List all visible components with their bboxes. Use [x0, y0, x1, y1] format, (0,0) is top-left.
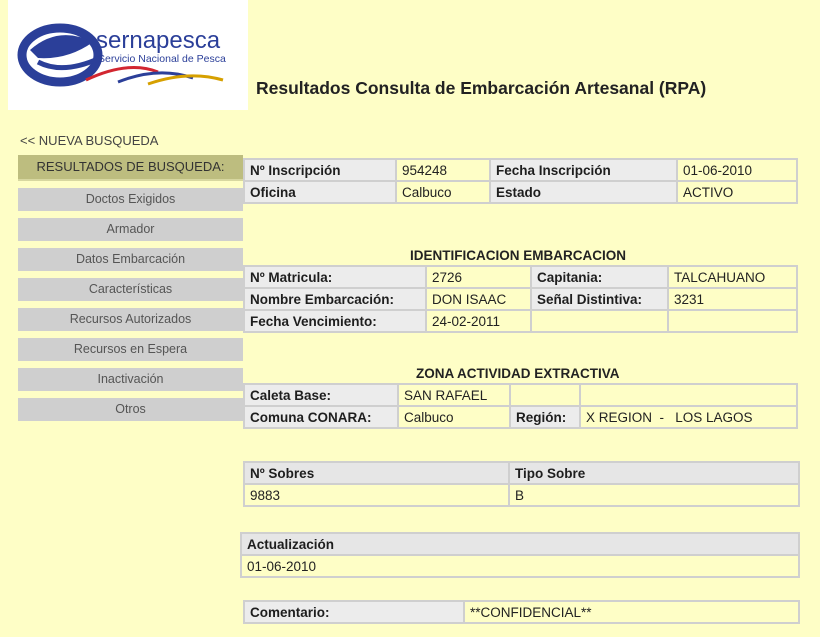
sobres-table: Nº Sobres Tipo Sobre 9883 B — [243, 461, 800, 507]
menu-item-recursos-en-espera[interactable]: Recursos en Espera — [18, 338, 243, 361]
results-menu: RESULTADOS DE BUSQUEDA: Doctos Exigidos … — [18, 155, 243, 421]
tipo-sobre-value: B — [510, 485, 798, 505]
menu-item-caracteristicas[interactable]: Características — [18, 278, 243, 301]
comentario-table: Comentario: **CONFIDENCIAL** — [243, 600, 800, 624]
comentario-label: Comentario: — [245, 602, 463, 622]
comuna-label: Comuna CONARA: — [245, 407, 397, 427]
inscripcion-value: 954248 — [397, 160, 489, 180]
menu-item-doctos-exigidos[interactable]: Doctos Exigidos — [18, 188, 243, 211]
sobres-column-header: Nº Sobres — [245, 463, 508, 483]
capitania-label: Capitania: — [532, 267, 667, 287]
fecha-vencimiento-value: 24-02-2011 — [427, 311, 530, 331]
table-row: 9883 B — [245, 485, 798, 505]
table-row: Comuna CONARA: Calbuco Región: X REGION … — [245, 407, 796, 427]
caleta-base-value: SAN RAFAEL — [399, 385, 509, 405]
fecha-inscripcion-value: 01-06-2010 — [678, 160, 796, 180]
identificacion-table: Nº Matricula: 2726 Capitania: TALCAHUANO… — [243, 265, 798, 333]
nombre-embarcacion-label: Nombre Embarcación: — [245, 289, 425, 309]
zona-table: Caleta Base: SAN RAFAEL Comuna CONARA: C… — [243, 383, 798, 429]
table-row: Nº Matricula: 2726 Capitania: TALCAHUANO — [245, 267, 796, 287]
senal-distintiva-label: Señal Distintiva: — [532, 289, 667, 309]
matricula-label: Nº Matricula: — [245, 267, 425, 287]
estado-value: ACTIVO — [678, 182, 796, 202]
empty-cell — [669, 311, 796, 331]
region-label: Región: — [511, 407, 579, 427]
table-row: Actualización — [242, 534, 798, 554]
table-row: Nombre Embarcación: DON ISAAC Señal Dist… — [245, 289, 796, 309]
empty-cell — [511, 385, 579, 405]
table-row: Comentario: **CONFIDENCIAL** — [245, 602, 798, 622]
table-row: Nº Sobres Tipo Sobre — [245, 463, 798, 483]
region-value: X REGION - LOS LAGOS — [581, 407, 796, 427]
sobres-value: 9883 — [245, 485, 508, 505]
zona-title: ZONA ACTIVIDAD EXTRACTIVA — [416, 366, 620, 381]
comuna-value: Calbuco — [399, 407, 509, 427]
oficina-label: Oficina — [245, 182, 395, 202]
table-row: Caleta Base: SAN RAFAEL — [245, 385, 796, 405]
tipo-sobre-column-header: Tipo Sobre — [510, 463, 798, 483]
table-row: Fecha Vencimiento: 24-02-2011 — [245, 311, 796, 331]
fecha-inscripcion-label: Fecha Inscripción — [491, 160, 676, 180]
menu-item-inactivacion[interactable]: Inactivación — [18, 368, 243, 391]
page-title: Resultados Consulta de Embarcación Artes… — [256, 78, 707, 98]
menu-header: RESULTADOS DE BUSQUEDA: — [18, 155, 243, 181]
empty-cell — [532, 311, 667, 331]
logo-brand-text: sernapesca — [96, 27, 221, 54]
menu-item-recursos-autorizados[interactable]: Recursos Autorizados — [18, 308, 243, 331]
senal-distintiva-value: 3231 — [669, 289, 796, 309]
logo-subtitle-text: Servicio Nacional de Pesca — [98, 53, 226, 65]
empty-cell — [581, 385, 796, 405]
fecha-vencimiento-label: Fecha Vencimiento: — [245, 311, 425, 331]
nombre-embarcacion-value: DON ISAAC — [427, 289, 530, 309]
fish-logo-icon: sernapesca Servicio Nacional de Pesca — [17, 23, 226, 87]
actualizacion-label: Actualización — [242, 534, 798, 554]
actualizacion-table: Actualización 01-06-2010 — [240, 532, 800, 578]
table-row: 01-06-2010 — [242, 556, 798, 576]
menu-item-armador[interactable]: Armador — [18, 218, 243, 241]
matricula-value: 2726 — [427, 267, 530, 287]
oficina-value: Calbuco — [397, 182, 489, 202]
sernapesca-logo: sernapesca Servicio Nacional de Pesca — [8, 0, 248, 110]
comentario-value: **CONFIDENCIAL** — [465, 602, 798, 622]
menu-item-datos-embarcacion[interactable]: Datos Embarcación — [18, 248, 243, 271]
table-row: Nº Inscripción 954248 Fecha Inscripción … — [245, 160, 796, 180]
inscripcion-label: Nº Inscripción — [245, 160, 395, 180]
table-row: Oficina Calbuco Estado ACTIVO — [245, 182, 796, 202]
menu-item-otros[interactable]: Otros — [18, 398, 243, 421]
actualizacion-value: 01-06-2010 — [242, 556, 798, 576]
identificacion-title: IDENTIFICACION EMBARCACION — [410, 248, 626, 263]
caleta-base-label: Caleta Base: — [245, 385, 397, 405]
registro-table: Nº Inscripción 954248 Fecha Inscripción … — [243, 158, 798, 204]
estado-label: Estado — [491, 182, 676, 202]
capitania-value: TALCAHUANO — [669, 267, 796, 287]
new-search-link[interactable]: << NUEVA BUSQUEDA — [20, 133, 158, 148]
